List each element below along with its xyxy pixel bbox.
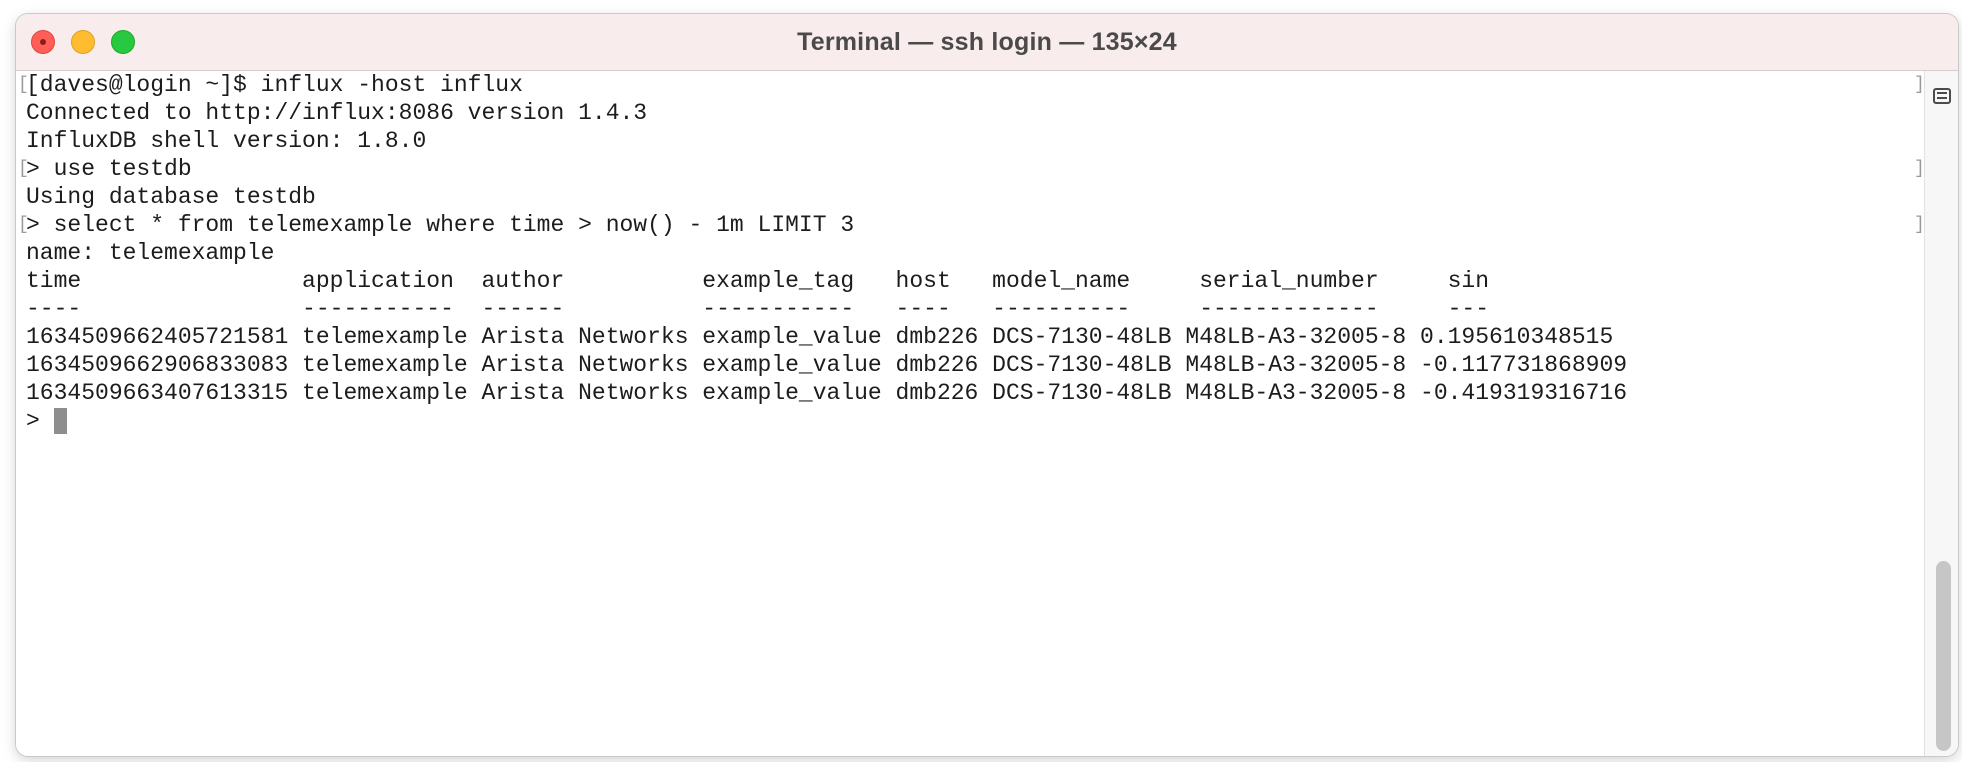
table-header-row: time application author example_tag host… [26,268,1490,294]
text-cursor [53,408,67,434]
terminal-window: Terminal — ssh login — 135×24 [ ] [daves… [16,14,1958,756]
table-row: 1634509663407613315 telemexample Arista … [26,380,1628,406]
table-separator-row: ---- ----------- ------ ----------- ----… [26,296,1490,322]
terminal-line: InfluxDB shell version: 1.8.0 [26,128,427,154]
marks-icon-bar [1937,97,1947,99]
marks-icon[interactable] [1933,88,1951,104]
table-row: 1634509662906833083 telemexample Arista … [26,352,1628,378]
terminal-line: name: telemexample [26,240,275,266]
terminal-line: Using database testdb [26,184,316,210]
terminal-line: > select * from telemexample where time … [26,212,855,238]
window-title: Terminal — ssh login — 135×24 [797,28,1177,56]
marks-icon-bar [1937,92,1947,94]
terminal-line: [daves@login ~]$ influx -host influx [26,72,523,98]
terminal-line: Connected to http://influx:8086 version … [26,100,648,126]
scrollbar-thumb[interactable] [1936,561,1951,751]
terminal-content[interactable]: [ ] [daves@login ~]$ influx -host influx… [16,71,1925,756]
table-row: 1634509662405721581 telemexample Arista … [26,324,1614,350]
terminal-line: > use testdb [26,156,192,182]
scrollbar[interactable] [1924,71,1958,756]
prompt-line[interactable]: > [26,407,67,435]
prompt-symbol: > [26,408,54,434]
title-bar[interactable]: Terminal — ssh login — 135×24 [16,14,1958,71]
